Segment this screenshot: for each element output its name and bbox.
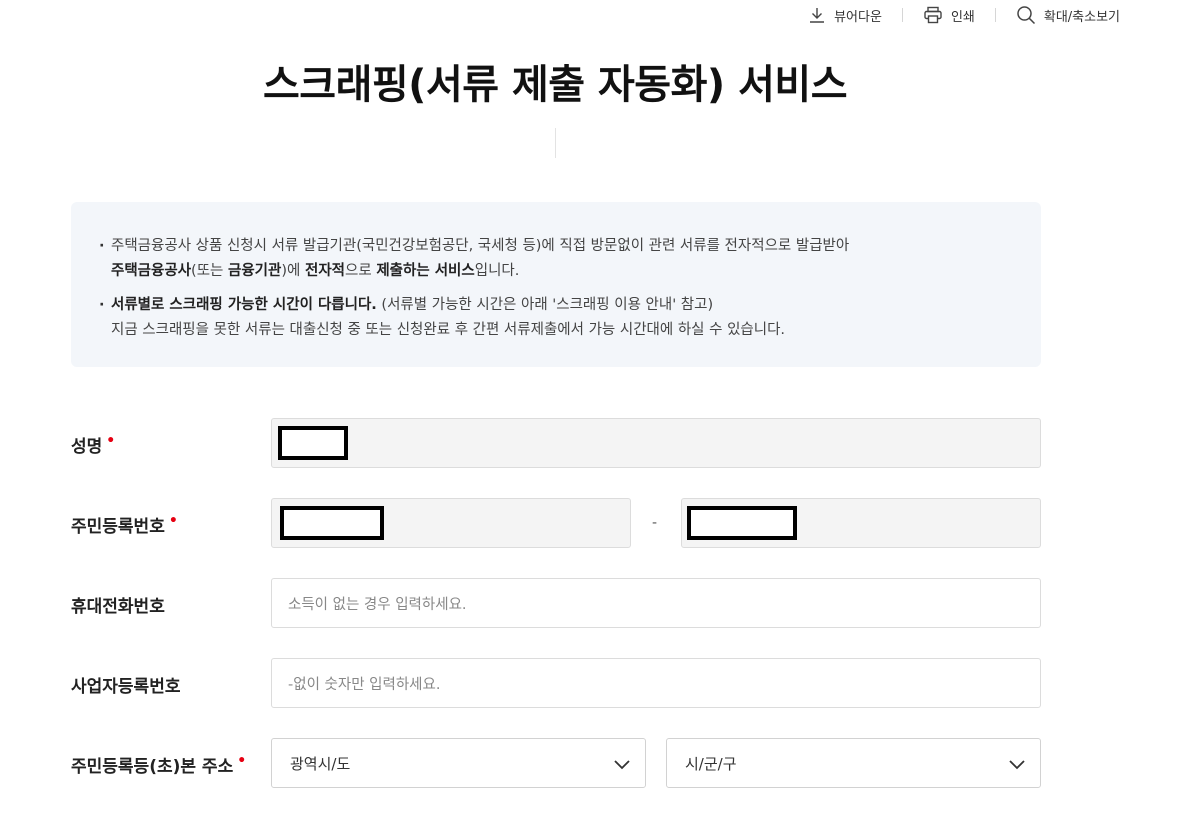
required-mark: • [106,433,116,449]
redaction-box [687,506,797,540]
utility-bar: 뷰어다운 인쇄 확대/축소보기 [808,0,1120,30]
rrn-front-field[interactable] [271,498,631,548]
info-bold-text: 금융기관 [228,263,282,279]
city-select[interactable]: 광역시/도 [271,738,646,788]
district-select[interactable]: 시/군/구 [666,738,1041,788]
name-label-text: 성명 [71,437,103,457]
address-label: 주민등록등(초)본 주소 • [71,752,246,777]
district-select-value: 시/군/구 [685,754,737,773]
info-text: 지금 스크래핑을 못한 서류는 대출신청 중 또는 신청완료 후 간편 서류제출… [111,322,786,338]
divider [901,8,903,22]
info-text: 입니다. [474,263,520,279]
info-bold-text: 주택금융공사 [111,263,192,279]
divider [555,128,556,158]
page-title: 스크래핑(서류 제출 자동화) 서비스 [262,62,848,108]
name-field[interactable] [271,418,1041,468]
info-text: (또는 [191,263,228,279]
info-bold-text: 서류별로 스크래핑 가능한 시간이 다릅니다. [111,297,377,313]
chevron-down-icon [614,760,630,770]
rrn-label: 주민등록번호 • [71,512,178,537]
info-text: )에 [281,263,305,279]
print-label: 인쇄 [950,9,975,25]
name-label: 성명 • [71,432,115,457]
phone-input[interactable]: 소득이 없는 경우 입력하세요. [271,578,1041,628]
info-text: 서류별로 스크래핑 가능한 시간이 다릅니다. (서류별 가능한 시간은 아래 … [111,293,1011,318]
biz-label-text: 사업자등록번호 [71,677,181,697]
info-text: 주택금융공사 상품 신청시 서류 발급기관(국민건강보험공단, 국세청 등)에 … [111,238,850,254]
zoom-button[interactable]: 확대/축소보기 [1016,5,1120,25]
rrn-separator: - [652,515,658,531]
phone-placeholder: 소득이 없는 경우 입력하세요. [288,596,467,613]
city-select-value: 광역시/도 [290,754,351,773]
viewer-download-label: 뷰어다운 [834,9,882,25]
info-text: 주택금융공사(또는 금융기관)에 전자적으로 제출하는 서비스입니다. [111,259,1011,284]
chevron-down-icon [1009,760,1025,770]
redaction-box [280,506,384,540]
info-text: (서류별 가능한 시간은 아래 '스크래핑 이용 안내' 참고) [376,297,714,313]
address-label-text: 주민등록등(초)본 주소 [71,757,234,777]
zoom-label: 확대/축소보기 [1043,9,1120,25]
info-box: 주택금융공사 상품 신청시 서류 발급기관(국민건강보험공단, 국세청 등)에 … [71,202,1041,367]
viewer-download-button[interactable]: 뷰어다운 [808,6,882,25]
biz-label: 사업자등록번호 [71,672,180,697]
rrn-label-text: 주민등록번호 [71,517,165,537]
biz-placeholder: -없이 숫자만 입력하세요. [288,676,441,693]
business-number-input[interactable]: -없이 숫자만 입력하세요. [271,658,1041,708]
phone-label-text: 휴대전화번호 [71,597,165,617]
print-button[interactable]: 인쇄 [923,6,975,25]
info-bold-text: 전자적 [304,263,346,279]
download-icon [810,8,825,23]
required-mark: • [168,513,178,529]
divider [994,8,996,22]
info-item: 주택금융공사 상품 신청시 서류 발급기관(국민건강보험공단, 국세청 등)에 … [99,234,1011,284]
phone-label: 휴대전화번호 [71,592,165,617]
search-icon [1017,6,1035,25]
required-mark: • [237,753,247,769]
rrn-back-field[interactable] [681,498,1041,548]
print-icon [924,6,942,24]
redaction-box [278,426,348,460]
info-text: 으로 [345,263,377,279]
info-item: 서류별로 스크래핑 가능한 시간이 다릅니다. (서류별 가능한 시간은 아래 … [99,293,1011,343]
info-bold-text: 제출하는 서비스 [376,263,475,279]
